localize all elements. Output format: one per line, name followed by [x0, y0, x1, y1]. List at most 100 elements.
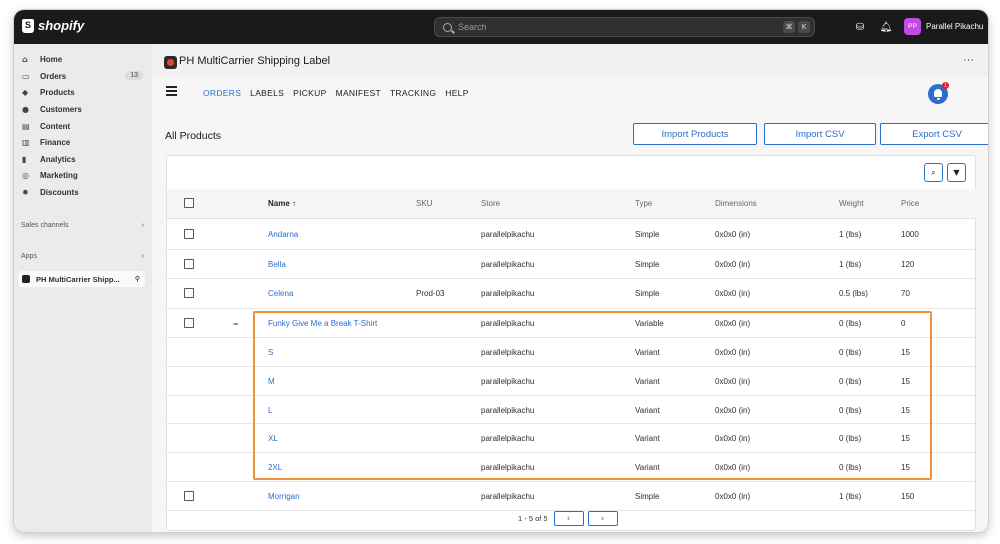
- sidebar-item-label: Home: [40, 55, 63, 64]
- table-row: 2XL parallelpikachu Variant 0x0x0 (in) 0 (lb…: [167, 453, 977, 482]
- table-row: Morrigan parallelpikachu Simple 0x0x0 (in) 1…: [167, 482, 977, 511]
- product-name-link[interactable]: 2XL: [268, 463, 282, 472]
- cell-store: parallelpikachu: [481, 434, 535, 443]
- sidebar-item-discounts[interactable]: ✹ Discounts: [20, 185, 145, 200]
- sales-channels-section[interactable]: Sales channels ›: [21, 222, 144, 229]
- sidebar-item-orders[interactable]: ▭ Orders 13: [20, 69, 145, 84]
- search-icon: [443, 22, 452, 32]
- export-csv-button[interactable]: Export CSV: [880, 123, 988, 145]
- tab-help[interactable]: HELP: [445, 88, 468, 98]
- avatar: PP: [904, 18, 921, 35]
- sidebar: ⌂ Home ▭ Orders 13 ◆ Products ● Customer…: [14, 44, 152, 532]
- sidebar-item-label: Marketing: [40, 171, 78, 180]
- orders-count-badge: 13: [125, 71, 143, 80]
- cell-type: Simple: [635, 230, 660, 239]
- table-row: − Funky Give Me a Break T-Shirt parallelpi…: [167, 309, 977, 338]
- search-input[interactable]: [458, 22, 758, 32]
- product-name-link[interactable]: Celena: [268, 289, 293, 298]
- cell-weight: 0.5 (lbs): [839, 289, 868, 298]
- apps-label: Apps: [21, 253, 37, 260]
- search-icon[interactable]: ⌕: [924, 163, 943, 182]
- product-name-link[interactable]: S: [268, 348, 273, 357]
- cell-store: parallelpikachu: [481, 377, 535, 386]
- tab-pickup[interactable]: PICKUP: [293, 88, 326, 98]
- cell-type: Simple: [635, 260, 660, 269]
- product-name-link[interactable]: L: [268, 406, 272, 415]
- app-window: shopify ⌘ K ⛁ 🔔︎ PP Parallel Pikachu ⌂ H…: [14, 10, 988, 532]
- sidebar-item-content[interactable]: ▤ Content: [20, 119, 145, 134]
- sidebar-item-customers[interactable]: ● Customers: [20, 102, 145, 117]
- sidebar-item-label: Content: [40, 122, 71, 131]
- more-actions-icon[interactable]: ···: [963, 54, 974, 66]
- cell-price: 0: [901, 319, 906, 328]
- sidebar-item-marketing[interactable]: ◎ Marketing: [20, 168, 145, 183]
- sidebar-item-label: Customers: [40, 105, 82, 114]
- sidebar-item-products[interactable]: ◆ Products: [20, 85, 145, 100]
- product-name-link[interactable]: XL: [268, 434, 278, 443]
- sidebar-item-label: Orders: [40, 72, 67, 81]
- cell-weight: 0 (lbs): [839, 377, 862, 386]
- cell-store: parallelpikachu: [481, 230, 535, 239]
- pin-icon[interactable]: ⚲: [135, 275, 140, 283]
- collapse-variants-icon[interactable]: −: [233, 319, 238, 329]
- select-all-checkbox[interactable]: [184, 198, 194, 208]
- tag-icon: ◆: [22, 88, 29, 97]
- row-checkbox[interactable]: [184, 288, 194, 298]
- cell-price: 120: [901, 260, 915, 269]
- tab-tracking[interactable]: TRACKING: [390, 88, 436, 98]
- main-content: PH MultiCarrier Shipping Label ··· ORDER…: [152, 44, 988, 532]
- import-csv-button[interactable]: Import CSV: [764, 123, 876, 145]
- shopify-logo[interactable]: shopify: [22, 18, 84, 33]
- cell-sku: Prod-03: [416, 289, 445, 298]
- tab-orders[interactable]: ORDERS: [203, 88, 241, 98]
- column-header-sku: SKU: [416, 199, 433, 208]
- pagination-text: 1 - 5 of 5: [518, 514, 548, 523]
- sidebar-item-label: Analytics: [40, 155, 76, 164]
- database-icon[interactable]: ⛁: [854, 21, 866, 33]
- product-name-link[interactable]: M: [268, 377, 275, 386]
- sidebar-item-home[interactable]: ⌂ Home: [20, 52, 145, 67]
- search-bar[interactable]: ⌘ K: [434, 17, 815, 37]
- products-table-card: ⌕ ▼ Name ↑ SKU Store Type Dimensions Wei…: [166, 155, 977, 531]
- sidebar-item-analytics[interactable]: ▮ Analytics: [20, 152, 145, 167]
- row-checkbox[interactable]: [184, 229, 194, 239]
- cell-store: parallelpikachu: [481, 406, 535, 415]
- apps-section[interactable]: Apps ›: [21, 253, 144, 260]
- user-name: Parallel Pikachu: [926, 22, 984, 31]
- product-name-link[interactable]: Bella: [268, 260, 286, 269]
- column-header-name[interactable]: Name ↑: [268, 199, 296, 208]
- column-header-price: Price: [901, 199, 920, 208]
- import-products-button[interactable]: Import Products: [633, 123, 757, 145]
- sidebar-item-finance[interactable]: ▥ Finance: [20, 135, 145, 150]
- app-logo-icon: [164, 56, 177, 69]
- product-name-link[interactable]: Andarna: [268, 230, 298, 239]
- filter-icon[interactable]: ▼: [947, 163, 966, 182]
- app-body: ORDERS LABELS PICKUP MANIFEST TRACKING H…: [152, 76, 988, 532]
- cell-dimensions: 0x0x0 (in): [715, 230, 751, 239]
- content-icon: ▤: [22, 122, 30, 131]
- next-page-button[interactable]: ›: [587, 511, 618, 526]
- cell-weight: 0 (lbs): [839, 348, 862, 357]
- cell-dimensions: 0x0x0 (in): [715, 377, 751, 386]
- discount-icon: ✹: [22, 188, 29, 197]
- tab-manifest[interactable]: MANIFEST: [336, 88, 381, 98]
- page-title: All Products: [165, 130, 222, 142]
- cell-dimensions: 0x0x0 (in): [715, 406, 751, 415]
- cell-dimensions: 0x0x0 (in): [715, 348, 751, 357]
- home-icon: ⌂: [22, 55, 28, 64]
- prev-page-button[interactable]: ‹: [553, 511, 584, 526]
- row-checkbox[interactable]: [184, 318, 194, 328]
- user-menu[interactable]: PP Parallel Pikachu: [904, 18, 983, 35]
- row-checkbox[interactable]: [184, 491, 194, 501]
- product-name-link[interactable]: Morrigan: [268, 492, 300, 501]
- cell-price: 15: [901, 377, 910, 386]
- sidebar-app-ph-multicarrier[interactable]: PH MultiCarrier Shipp... ⚲: [18, 271, 145, 287]
- row-checkbox[interactable]: [184, 259, 194, 269]
- cell-store: parallelpikachu: [481, 348, 535, 357]
- bell-icon[interactable]: 🔔︎: [880, 21, 893, 33]
- table-row: Sparallelpikachu Variant 0x0x0 (in) 0 (lbs)…: [167, 338, 977, 367]
- cell-weight: 0 (lbs): [839, 463, 862, 472]
- product-name-link[interactable]: Funky Give Me a Break T-Shirt: [268, 319, 377, 328]
- tab-labels[interactable]: LABELS: [250, 88, 284, 98]
- hamburger-menu-icon[interactable]: [166, 86, 177, 98]
